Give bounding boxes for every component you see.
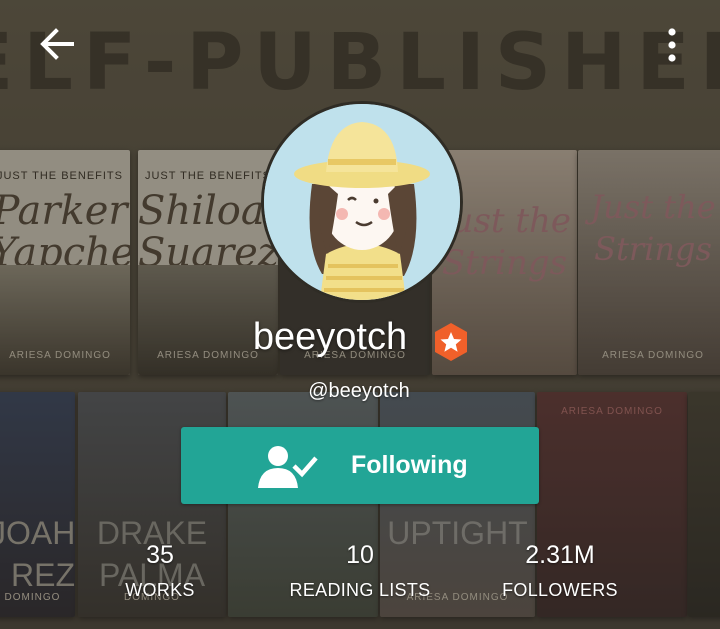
user-handle: @beeyotch <box>308 380 410 402</box>
username: beeyotch <box>252 316 408 358</box>
following-label: Following <box>351 451 468 479</box>
more-vert-icon <box>668 28 676 62</box>
avatar[interactable] <box>261 101 463 303</box>
stat-value: 35 <box>146 541 174 569</box>
stat-value: 10 <box>346 541 374 569</box>
stat-label: WORKS <box>125 580 195 600</box>
stat-label: FOLLOWERS <box>502 580 618 600</box>
star-badge-icon <box>435 323 467 361</box>
profile-banner: ELF-PUBLISHED BOO JUST THE BENEFITS Park… <box>0 0 720 629</box>
more-options-button[interactable] <box>664 28 680 62</box>
back-button[interactable] <box>38 28 76 60</box>
verified-badge[interactable] <box>431 322 471 362</box>
stat-works[interactable]: 35 WORKS <box>100 541 220 601</box>
person-check-icon <box>258 446 318 488</box>
stat-value: 2.31M <box>525 541 595 569</box>
stat-reading-lists[interactable]: 10 READING LISTS <box>280 541 440 601</box>
arrow-back-icon <box>40 28 74 60</box>
stat-followers[interactable]: 2.31M FOLLOWERS <box>500 541 620 601</box>
banner-overlay <box>0 0 720 629</box>
following-button[interactable]: Following <box>181 427 539 504</box>
avatar-illustration <box>264 104 460 300</box>
stat-label: READING LISTS <box>289 580 431 600</box>
